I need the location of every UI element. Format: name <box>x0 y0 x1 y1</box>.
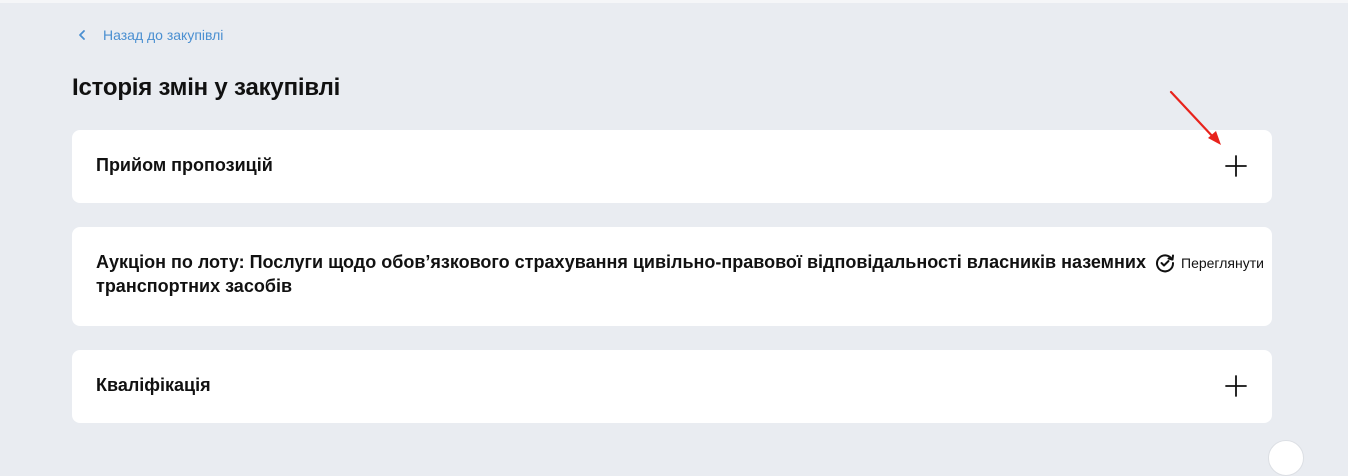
refresh-check-icon <box>1154 252 1176 274</box>
expand-button[interactable] <box>1224 154 1248 178</box>
section-card-auction: Аукціон по лоту: Послуги щодо обов’язков… <box>72 227 1272 326</box>
section-card-qualification[interactable]: Кваліфікація <box>72 350 1272 423</box>
section-title: Прийом пропозицій <box>96 155 273 175</box>
view-button-label: Переглянути <box>1181 255 1264 271</box>
top-divider <box>0 0 1348 3</box>
section-title: Кваліфікація <box>96 375 211 395</box>
chevron-left-icon <box>78 29 86 41</box>
expand-button[interactable] <box>1224 374 1248 398</box>
floating-button[interactable] <box>1268 440 1304 476</box>
page-title: Історія змін у закупівлі <box>72 74 341 101</box>
plus-icon <box>1224 374 1248 398</box>
plus-icon <box>1224 154 1248 178</box>
back-to-procurement-link[interactable]: Назад до закупівлі <box>78 27 223 43</box>
section-card-proposals[interactable]: Прийом пропозицій <box>72 130 1272 203</box>
view-button[interactable]: Переглянути <box>1154 252 1264 274</box>
section-title: Аукціон по лоту: Послуги щодо обов’язков… <box>96 252 1146 296</box>
back-link-label: Назад до закупівлі <box>103 27 224 43</box>
